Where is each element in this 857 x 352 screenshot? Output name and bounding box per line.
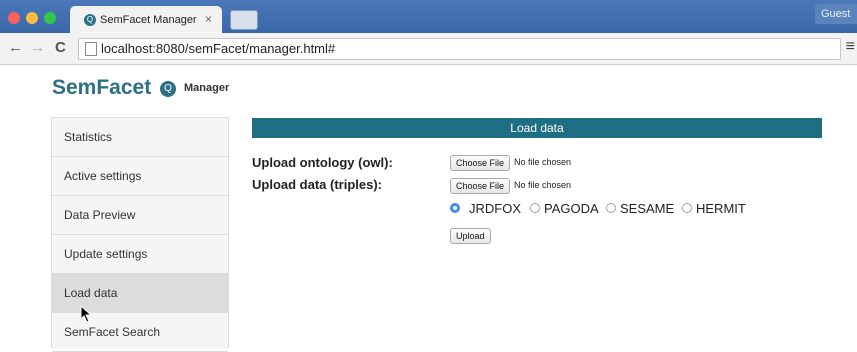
address-bar[interactable]: localhost:8080/semFacet/manager.html# [78, 38, 841, 60]
radio-jrdfox-label: JRDFOX [469, 201, 521, 216]
address-url[interactable]: localhost:8080/semFacet/manager.html# [101, 41, 335, 56]
sidebar-item-update-settings[interactable]: Update settings [52, 235, 228, 274]
semfacet-favicon-icon: Q [84, 14, 96, 26]
reload-icon[interactable]: C [55, 39, 66, 56]
maximize-window-button[interactable] [44, 12, 56, 24]
close-window-button[interactable] [8, 12, 20, 24]
radio-pagoda-label: PAGODA [544, 201, 599, 216]
page-icon [85, 42, 97, 56]
ontology-upload-label: Upload ontology (owl): [252, 155, 393, 170]
radio-sesame-label: SESAME [620, 201, 675, 216]
sidebar-item-statistics[interactable]: Statistics [52, 118, 228, 157]
sidebar-item-load-data[interactable]: Load data [52, 274, 228, 313]
forward-arrow-icon[interactable]: → [30, 39, 45, 56]
search-icon: Q [160, 81, 176, 97]
data-file-status: No file chosen [514, 180, 572, 190]
ontology-choose-file-button[interactable]: Choose File [450, 155, 511, 171]
ontology-file-status: No file chosen [514, 157, 572, 167]
data-choose-file-button[interactable]: Choose File [450, 178, 511, 194]
sidebar-item-semfacet-search[interactable]: SemFacet Search [52, 313, 228, 352]
sidebar-item-data-preview[interactable]: Data Preview [52, 196, 228, 235]
minimize-window-button[interactable] [26, 12, 38, 24]
app-logo: SemFacet [52, 76, 152, 99]
new-tab-button[interactable] [230, 10, 258, 30]
browser-menu-icon[interactable]: ≡ [846, 38, 855, 56]
browser-tab[interactable]: Q SemFacet Manager × [70, 6, 222, 33]
data-upload-label: Upload data (triples): [252, 177, 383, 192]
sidebar-nav: Statistics Active settings Data Preview … [51, 117, 229, 352]
browser-toolbar: ← → C localhost:8080/semFacet/manager.ht… [0, 33, 857, 65]
sidebar-item-active-settings[interactable]: Active settings [52, 157, 228, 196]
guest-profile-button[interactable]: Guest [815, 4, 857, 24]
browser-titlebar: Q SemFacet Manager × Guest [0, 0, 857, 33]
app-subtitle: Manager [184, 82, 230, 94]
tab-title: SemFacet Manager [100, 14, 197, 26]
radio-sesame[interactable] [606, 203, 616, 213]
upload-button[interactable]: Upload [450, 228, 491, 244]
radio-pagoda[interactable] [530, 203, 540, 213]
radio-hermit[interactable] [682, 203, 692, 213]
radio-jrdfox[interactable] [450, 203, 460, 213]
close-tab-icon[interactable]: × [205, 12, 212, 26]
mouse-pointer-icon [80, 305, 93, 323]
radio-hermit-label: HERMIT [696, 201, 746, 216]
back-arrow-icon[interactable]: ← [8, 39, 23, 56]
panel-header: Load data [252, 118, 822, 138]
